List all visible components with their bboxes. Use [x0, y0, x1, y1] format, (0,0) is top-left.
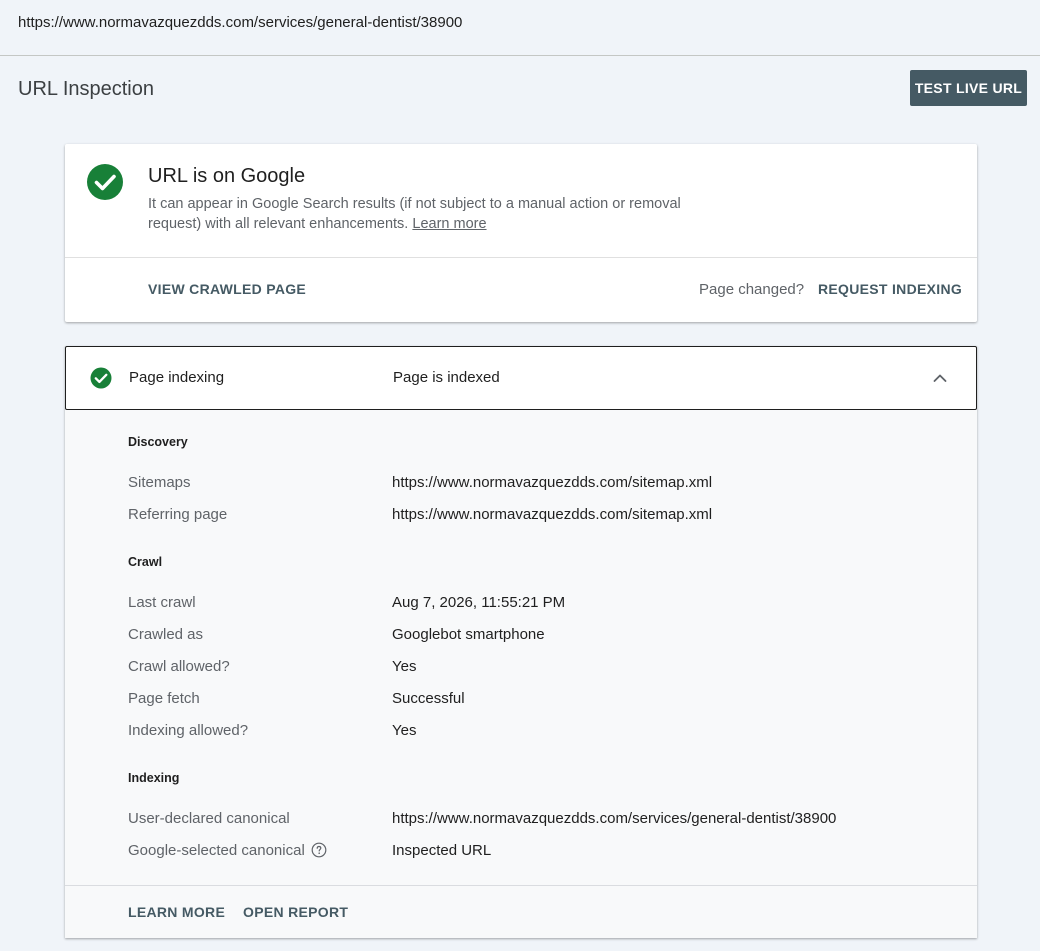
section-title-indexing: Indexing: [128, 771, 180, 785]
crawl-allowed-value: Yes: [392, 658, 417, 675]
chevron-up-icon[interactable]: [932, 370, 948, 386]
section-title-crawl: Crawl: [128, 555, 163, 569]
url-bar[interactable]: https://www.normavazquezdds.com/services…: [0, 0, 1040, 56]
learn-more-link[interactable]: Learn more: [412, 216, 486, 232]
sitemaps-value: https://www.normavazquezdds.com/sitemap.…: [392, 474, 713, 491]
crawl-allowed-label: Crawl allowed?: [128, 658, 230, 675]
user-declared-canonical-value: https://www.normavazquezdds.com/services…: [392, 810, 837, 827]
user-declared-canonical-label: User-declared canonical: [128, 810, 290, 827]
referring-page-value: https://www.normavazquezdds.com/sitemap.…: [392, 506, 713, 523]
google-selected-canonical-row: Google-selected canonical: [128, 842, 327, 859]
divider: [65, 257, 977, 258]
help-icon[interactable]: [311, 842, 327, 858]
section-title-discovery: Discovery: [128, 435, 188, 449]
google-selected-canonical-label: Google-selected canonical: [128, 842, 305, 859]
status-description: It can appear in Google Search results (…: [148, 194, 728, 234]
check-circle-icon: [90, 367, 112, 389]
inspected-url[interactable]: https://www.normavazquezdds.com/services…: [18, 14, 462, 31]
indexing-allowed-label: Indexing allowed?: [128, 722, 249, 739]
request-indexing-button[interactable]: REQUEST INDEXING: [818, 281, 962, 297]
crawled-as-value: Googlebot smartphone: [392, 626, 545, 643]
last-crawl-value: Aug 7, 2026, 11:55:21 PM: [392, 594, 566, 611]
indexing-allowed-value: Yes: [392, 722, 417, 739]
page-fetch-label: Page fetch: [128, 690, 200, 707]
page-title: URL Inspection: [18, 78, 154, 100]
referring-page-label: Referring page: [128, 506, 228, 523]
page-indexing-card: Page indexing Page is indexed Discovery …: [65, 346, 977, 938]
page-indexing-label: Page indexing: [129, 369, 225, 386]
test-live-url-button[interactable]: TEST LIVE URL: [910, 70, 1027, 106]
page-changed-label: Page changed?: [699, 281, 805, 298]
page-fetch-value: Successful: [392, 690, 465, 707]
check-circle-icon: [87, 164, 123, 200]
last-crawl-label: Last crawl: [128, 594, 196, 611]
sitemaps-label: Sitemaps: [128, 474, 191, 491]
page-indexing-value: Page is indexed: [393, 369, 500, 386]
status-card: URL is on Google It can appear in Google…: [65, 144, 977, 322]
status-title: URL is on Google: [148, 165, 306, 187]
google-selected-canonical-value: Inspected URL: [392, 842, 492, 859]
learn-more-button[interactable]: LEARN MORE: [128, 904, 225, 920]
page-indexing-header[interactable]: Page indexing Page is indexed: [65, 346, 977, 410]
view-crawled-page-button[interactable]: VIEW CRAWLED PAGE: [148, 281, 306, 297]
crawled-as-label: Crawled as: [128, 626, 204, 643]
divider: [65, 885, 977, 886]
open-report-button[interactable]: OPEN REPORT: [243, 904, 348, 920]
